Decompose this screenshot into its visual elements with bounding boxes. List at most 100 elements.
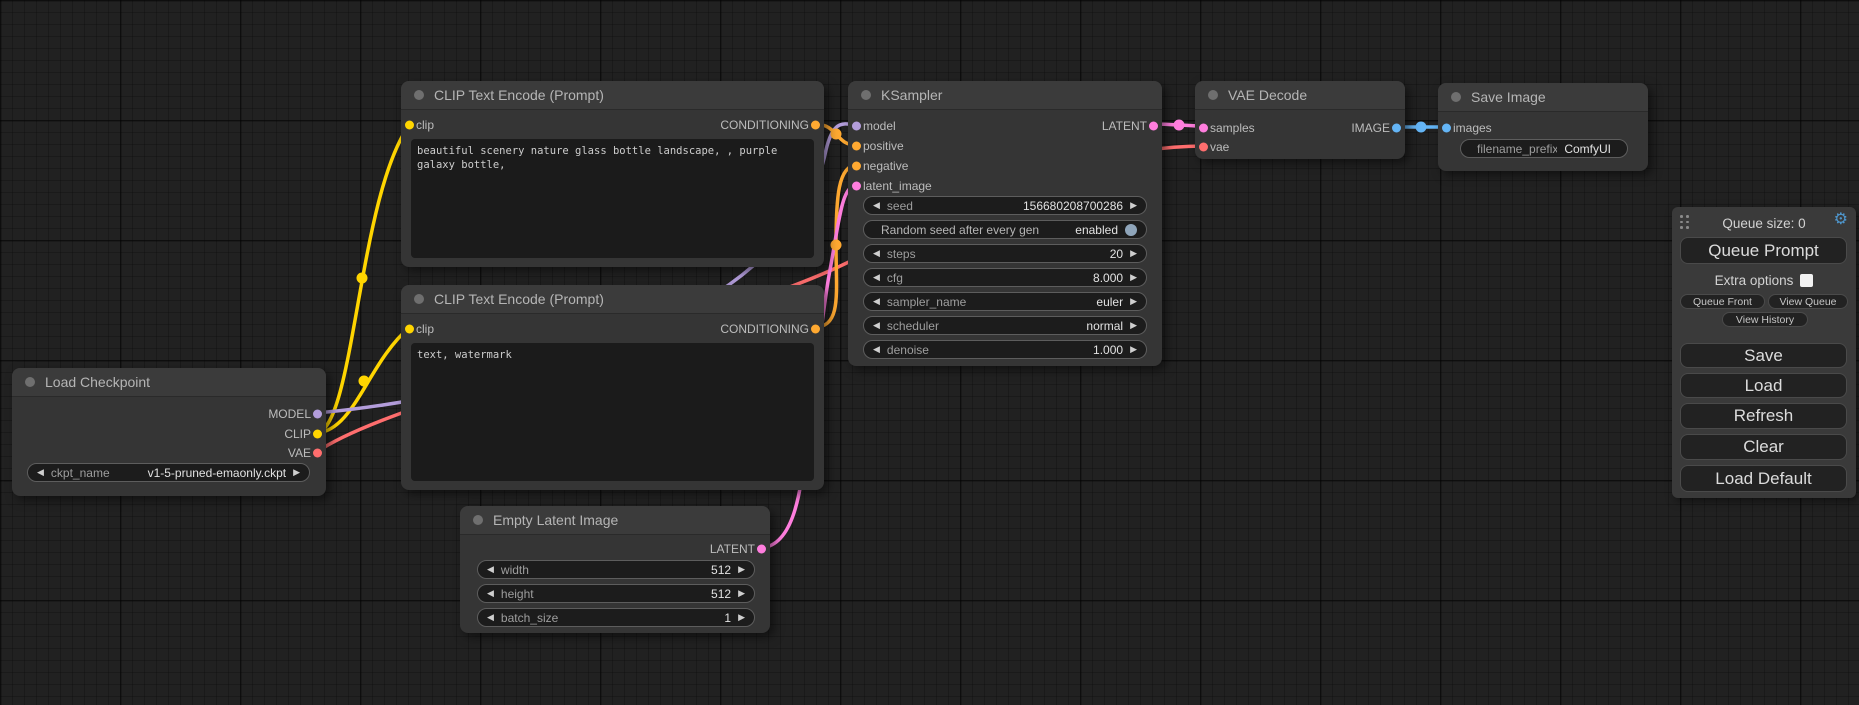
negative-input-dot[interactable] <box>852 161 861 170</box>
node-title-bar[interactable]: CLIP Text Encode (Prompt) <box>401 81 824 110</box>
extra-options-label: Extra options <box>1715 273 1794 288</box>
increment-icon[interactable]: ▶ <box>1130 249 1137 258</box>
extra-options-checkbox[interactable] <box>1800 274 1813 287</box>
cfg-widget[interactable]: ◀ cfg 8.000 ▶ <box>863 268 1147 287</box>
filename-prefix-widget[interactable]: filename_prefix ComfyUI <box>1460 139 1628 158</box>
queue-panel: Queue size: 0 ⚙ Queue Prompt Extra optio… <box>1672 207 1856 498</box>
conditioning-output-dot[interactable] <box>811 324 820 333</box>
slot-label: clip <box>416 322 434 336</box>
collapse-dot-icon[interactable] <box>1451 92 1461 102</box>
decrement-icon[interactable]: ◀ <box>873 249 880 258</box>
prompt-text-input[interactable]: beautiful scenery nature glass bottle la… <box>411 139 814 258</box>
increment-icon[interactable]: ▶ <box>1130 321 1137 330</box>
vae-output-dot[interactable] <box>313 448 322 457</box>
node-title-bar[interactable]: Load Checkpoint <box>12 368 326 397</box>
view-history-button[interactable]: View History <box>1722 312 1808 327</box>
decrement-icon[interactable]: ◀ <box>487 589 494 598</box>
clip-output-dot[interactable] <box>313 429 322 438</box>
decrement-icon[interactable]: ◀ <box>873 345 880 354</box>
load-default-button[interactable]: Load Default <box>1680 465 1847 492</box>
scheduler-widget[interactable]: ◀ scheduler normal ▶ <box>863 316 1147 335</box>
increment-icon[interactable]: ▶ <box>738 589 745 598</box>
conditioning-output-dot[interactable] <box>811 120 820 129</box>
collapse-dot-icon[interactable] <box>861 90 871 100</box>
node-title-bar[interactable]: Empty Latent Image <box>460 506 770 535</box>
increment-icon[interactable]: ▶ <box>1130 345 1137 354</box>
clip-input-dot[interactable] <box>405 120 414 129</box>
increment-icon[interactable]: ▶ <box>293 468 300 477</box>
node-clip-text-encode-positive[interactable]: CLIP Text Encode (Prompt) clip CONDITION… <box>401 81 824 267</box>
latent-output-dot[interactable] <box>757 544 766 553</box>
node-title-bar[interactable]: VAE Decode <box>1195 81 1405 110</box>
random-seed-toggle-widget[interactable]: Random seed after every gen enabled <box>863 220 1147 239</box>
seed-widget[interactable]: ◀ seed 156680208700286 ▶ <box>863 196 1147 215</box>
steps-widget[interactable]: ◀ steps 20 ▶ <box>863 244 1147 263</box>
toggle-dot-icon[interactable] <box>1125 224 1137 236</box>
node-ksampler[interactable]: KSampler LATENT model positive negative … <box>848 81 1162 366</box>
queue-prompt-button[interactable]: Queue Prompt <box>1680 237 1847 264</box>
extra-options-row: Extra options <box>1672 273 1856 288</box>
collapse-dot-icon[interactable] <box>25 377 35 387</box>
clip-input-dot[interactable] <box>405 324 414 333</box>
node-title-bar[interactable]: CLIP Text Encode (Prompt) <box>401 285 824 314</box>
save-button[interactable]: Save <box>1680 343 1847 368</box>
settings-gear-icon[interactable]: ⚙ <box>1834 212 1848 228</box>
increment-icon[interactable]: ▶ <box>1130 201 1137 210</box>
collapse-dot-icon[interactable] <box>414 90 424 100</box>
queue-front-button[interactable]: Queue Front <box>1680 294 1765 309</box>
image-output-dot[interactable] <box>1392 123 1401 132</box>
positive-input-dot[interactable] <box>852 141 861 150</box>
load-button[interactable]: Load <box>1680 373 1847 398</box>
images-input-dot[interactable] <box>1442 123 1451 132</box>
increment-icon[interactable]: ▶ <box>738 565 745 574</box>
height-widget[interactable]: ◀ height 512 ▶ <box>477 584 755 603</box>
sampler-name-widget[interactable]: ◀ sampler_name euler ▶ <box>863 292 1147 311</box>
decrement-icon[interactable]: ◀ <box>873 201 880 210</box>
decrement-icon[interactable]: ◀ <box>873 273 880 282</box>
widget-value: 20 <box>1110 247 1123 261</box>
batch-size-widget[interactable]: ◀ batch_size 1 ▶ <box>477 608 755 627</box>
node-title: CLIP Text Encode (Prompt) <box>434 87 604 103</box>
widget-label: ckpt_name <box>51 466 141 480</box>
node-title-bar[interactable]: Save Image <box>1438 83 1648 112</box>
node-title: Load Checkpoint <box>45 374 150 390</box>
widget-value: 512 <box>711 587 731 601</box>
denoise-widget[interactable]: ◀ denoise 1.000 ▶ <box>863 340 1147 359</box>
widget-value: normal <box>1086 319 1123 333</box>
node-vae-decode[interactable]: VAE Decode samples IMAGE vae <box>1195 81 1405 159</box>
samples-input-dot[interactable] <box>1199 123 1208 132</box>
view-queue-button[interactable]: View Queue <box>1768 294 1848 309</box>
collapse-dot-icon[interactable] <box>1208 90 1218 100</box>
collapse-dot-icon[interactable] <box>473 515 483 525</box>
node-save-image[interactable]: Save Image images filename_prefix ComfyU… <box>1438 83 1648 171</box>
latent-image-input-dot[interactable] <box>852 181 861 190</box>
decrement-icon[interactable]: ◀ <box>873 297 880 306</box>
decrement-icon[interactable]: ◀ <box>873 321 880 330</box>
increment-icon[interactable]: ▶ <box>738 613 745 622</box>
widget-label: height <box>501 587 704 601</box>
node-title: Empty Latent Image <box>493 512 618 528</box>
vae-input-dot[interactable] <box>1199 142 1208 151</box>
node-title-bar[interactable]: KSampler <box>848 81 1162 110</box>
decrement-icon[interactable]: ◀ <box>487 613 494 622</box>
increment-icon[interactable]: ▶ <box>1130 273 1137 282</box>
prompt-text-input[interactable]: text, watermark <box>411 343 814 481</box>
decrement-icon[interactable]: ◀ <box>487 565 494 574</box>
increment-icon[interactable]: ▶ <box>1130 297 1137 306</box>
widget-label: denoise <box>887 343 1086 357</box>
queue-size-label: Queue size: 0 <box>1672 216 1856 231</box>
clear-button[interactable]: Clear <box>1680 434 1847 460</box>
node-clip-text-encode-negative[interactable]: CLIP Text Encode (Prompt) clip CONDITION… <box>401 285 824 490</box>
node-load-checkpoint[interactable]: Load Checkpoint MODEL CLIP VAE ◀ ckpt_na… <box>12 368 326 496</box>
model-input-dot[interactable] <box>852 121 861 130</box>
refresh-button[interactable]: Refresh <box>1680 403 1847 429</box>
slot-label: images <box>1453 121 1492 135</box>
model-output-dot[interactable] <box>313 409 322 418</box>
collapse-dot-icon[interactable] <box>414 294 424 304</box>
link-midpoint-dot <box>359 376 370 387</box>
node-empty-latent-image[interactable]: Empty Latent Image LATENT ◀ width 512 ▶ … <box>460 506 770 633</box>
width-widget[interactable]: ◀ width 512 ▶ <box>477 560 755 579</box>
decrement-icon[interactable]: ◀ <box>37 468 44 477</box>
slot-label: vae <box>1210 140 1229 154</box>
ckpt-name-widget[interactable]: ◀ ckpt_name v1-5-pruned-emaonly.ckpt ▶ <box>27 463 310 482</box>
